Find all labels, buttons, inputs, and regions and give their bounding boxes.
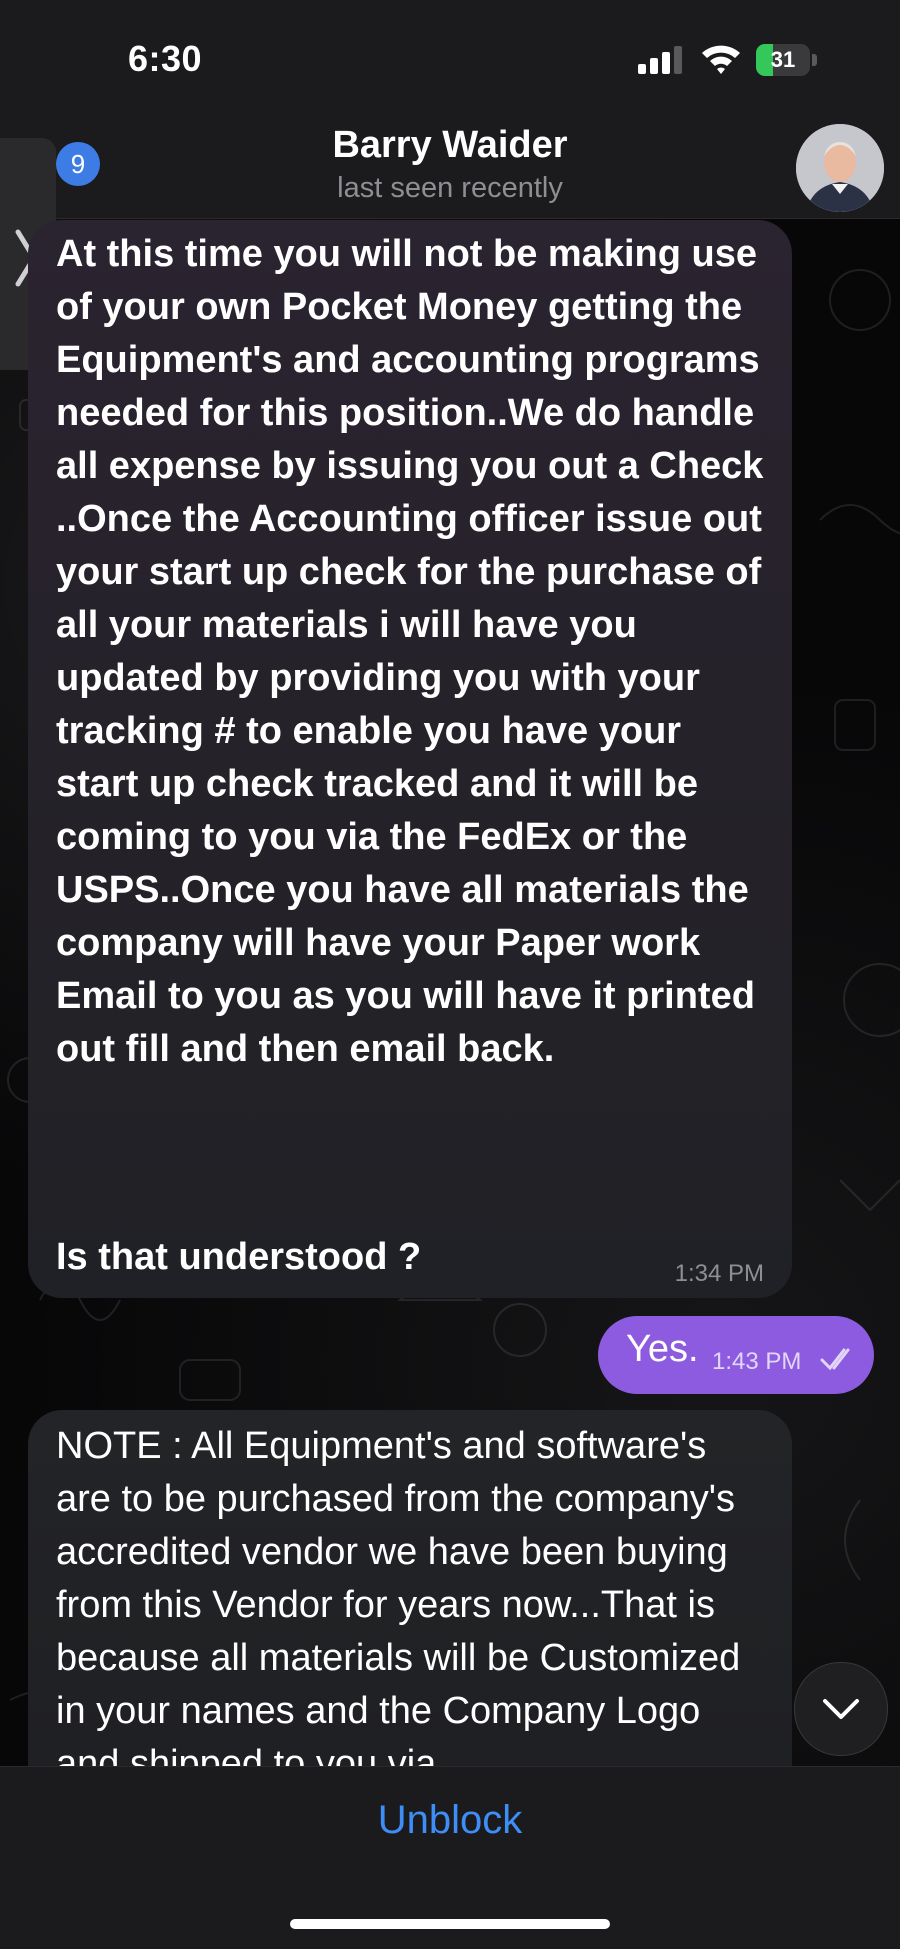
home-indicator[interactable] bbox=[290, 1919, 610, 1929]
incoming-message[interactable]: At this time you will not be making use … bbox=[28, 220, 792, 1298]
message-text: At this time you will not be making use … bbox=[56, 233, 764, 1070]
avatar[interactable] bbox=[796, 124, 884, 212]
message-text: NOTE : All Equipment's and software's ar… bbox=[56, 1425, 741, 1766]
unblock-button[interactable]: Unblock bbox=[0, 1797, 900, 1844]
incoming-message[interactable]: NOTE : All Equipment's and software's ar… bbox=[28, 1410, 792, 1766]
chevron-down-icon bbox=[823, 1699, 859, 1719]
status-bar: 6:30 31 bbox=[0, 0, 900, 120]
status-time: 6:30 bbox=[128, 38, 203, 79]
wifi-icon bbox=[702, 45, 740, 74]
scroll-to-bottom-button[interactable] bbox=[794, 1662, 888, 1756]
bottom-bar: Unblock bbox=[0, 1766, 900, 1949]
message-text: Yes. bbox=[626, 1328, 699, 1370]
message-time: 1:43 PM bbox=[712, 1348, 802, 1375]
contact-status: last seen recently bbox=[337, 172, 563, 204]
message-time: 1:34 PM bbox=[674, 1260, 764, 1287]
outgoing-message[interactable]: Yes. 1:43 PM bbox=[598, 1316, 874, 1394]
message-question: Is that understood ? bbox=[56, 1236, 422, 1278]
battery-charging-icon: 31 bbox=[756, 44, 818, 76]
signal-icon bbox=[638, 46, 682, 74]
battery-percent: 31 bbox=[770, 47, 796, 72]
chat-header: 9 Barry Waider last seen recently bbox=[0, 120, 900, 219]
double-check-icon bbox=[820, 1348, 850, 1371]
contact-name[interactable]: Barry Waider bbox=[0, 124, 900, 167]
